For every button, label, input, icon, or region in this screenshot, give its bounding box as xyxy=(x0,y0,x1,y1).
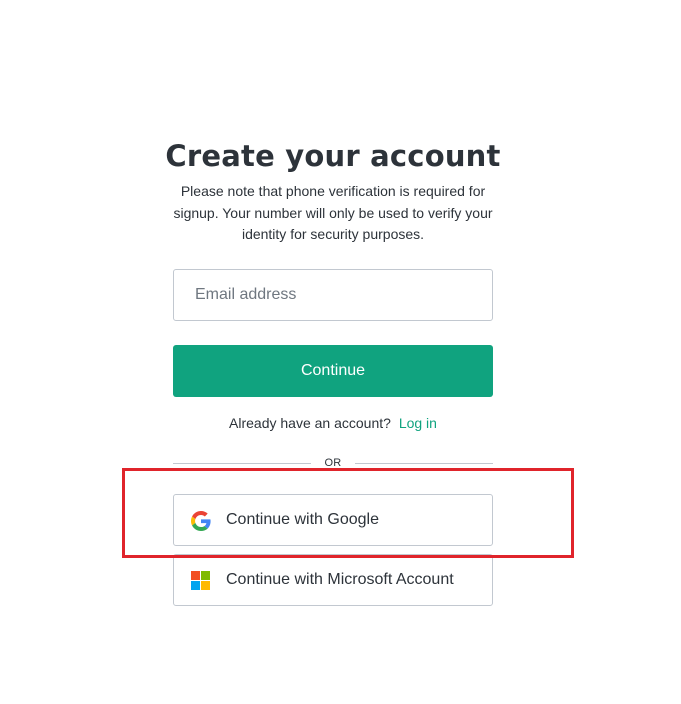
divider-line-right xyxy=(355,463,493,464)
continue-with-google-button[interactable]: Continue with Google xyxy=(173,494,493,546)
login-link[interactable]: Log in xyxy=(399,415,437,431)
divider-line-left xyxy=(173,463,311,464)
email-field[interactable] xyxy=(173,269,493,321)
continue-button[interactable]: Continue xyxy=(173,345,493,397)
login-prompt-row: Already have an account? Log in xyxy=(0,413,666,433)
continue-with-microsoft-button[interactable]: Continue with Microsoft Account xyxy=(173,554,493,606)
google-icon xyxy=(191,511,211,531)
microsoft-icon xyxy=(191,571,210,590)
google-button-label: Continue with Google xyxy=(226,511,379,528)
login-prompt-text: Already have an account? xyxy=(229,415,391,431)
divider-label: OR xyxy=(324,457,342,469)
page-subtitle: Please note that phone verification is r… xyxy=(173,183,493,242)
page-title: Create your account xyxy=(165,139,501,173)
microsoft-button-label: Continue with Microsoft Account xyxy=(226,571,454,588)
